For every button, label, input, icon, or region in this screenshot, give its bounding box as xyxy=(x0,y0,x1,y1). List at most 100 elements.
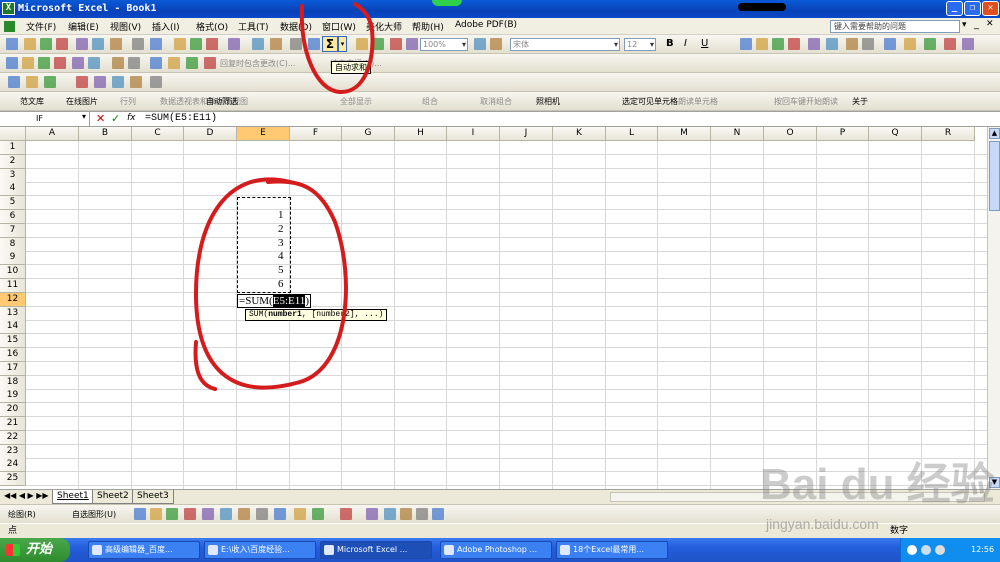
toolbar-icon[interactable] xyxy=(740,38,752,50)
addin-7[interactable]: 取消组合 xyxy=(480,96,512,107)
addin-6[interactable]: 组合 xyxy=(422,96,438,107)
review-icon[interactable] xyxy=(54,57,66,69)
toolbar-icon[interactable] xyxy=(884,38,896,50)
draw-icon[interactable] xyxy=(416,508,428,520)
toolbar-icon[interactable] xyxy=(924,38,936,50)
toolbar-icon[interactable] xyxy=(174,38,186,50)
cancel-icon[interactable]: ✕ xyxy=(96,112,105,125)
menu-item[interactable]: 帮助(H) xyxy=(412,20,444,33)
addin-2[interactable]: 行列 xyxy=(120,96,136,107)
toolbar-icon[interactable] xyxy=(944,38,956,50)
toolbar-icon[interactable] xyxy=(406,38,418,50)
worksheet-grid[interactable]: A B C D E F G H I J K L M N O P Q R 1 2 3 4 5 6 7 8 9 10 11 12 13 14 15 1… xyxy=(0,127,1000,489)
doc-minimize-button[interactable]: _ xyxy=(974,19,979,30)
tray-icon[interactable] xyxy=(907,545,917,555)
font-select[interactable]: 宋体 xyxy=(510,38,620,51)
toolbar-icon[interactable] xyxy=(56,38,68,50)
reply-with-changes[interactable]: 回复时包含更改(C)... xyxy=(220,58,295,69)
addin-9[interactable]: 选定可见单元格 xyxy=(622,96,678,107)
menu-item[interactable]: 插入(I) xyxy=(152,20,180,33)
font-size-select[interactable]: 12 xyxy=(624,38,656,51)
toolbar-icon[interactable] xyxy=(846,38,858,50)
toolbar-icon[interactable] xyxy=(772,38,784,50)
menu-item[interactable]: 视图(V) xyxy=(110,20,141,33)
doc-close-button[interactable]: ✕ xyxy=(986,19,994,29)
maximize-button[interactable]: ❐ xyxy=(964,1,981,16)
draw-icon[interactable] xyxy=(202,508,214,520)
pdf-icon[interactable] xyxy=(94,76,106,88)
review-icon[interactable] xyxy=(112,57,124,69)
zoom-select[interactable]: 100% xyxy=(420,38,468,51)
draw-icon[interactable] xyxy=(366,508,378,520)
toolbar-icon[interactable] xyxy=(190,38,202,50)
draw-icon[interactable] xyxy=(134,508,146,520)
toolbar-icon[interactable] xyxy=(6,38,18,50)
review-icon[interactable] xyxy=(150,57,162,69)
toolbar-icon[interactable] xyxy=(390,38,402,50)
toolbar-icon[interactable] xyxy=(206,38,218,50)
pdf-icon[interactable] xyxy=(130,76,142,88)
help-dropdown-icon[interactable]: ▾ xyxy=(962,20,967,30)
draw-icon[interactable] xyxy=(238,508,250,520)
toolbar-icon[interactable] xyxy=(788,38,800,50)
pdf-icon[interactable] xyxy=(8,76,20,88)
menu-item[interactable]: 工具(T) xyxy=(238,20,269,33)
toolbar-icon[interactable] xyxy=(490,38,502,50)
toolbar-icon[interactable] xyxy=(962,38,974,50)
toolbar-icon[interactable] xyxy=(474,38,486,50)
toolbar-icon[interactable] xyxy=(76,38,88,50)
toolbar-icon[interactable] xyxy=(228,38,240,50)
draw-icon[interactable] xyxy=(312,508,324,520)
task-button[interactable]: Microsoft Excel ... xyxy=(320,541,432,559)
insert-function-icon[interactable]: fx xyxy=(127,113,136,123)
addin-12[interactable]: 关于 xyxy=(852,96,868,107)
addin-8[interactable]: 照相机 xyxy=(536,96,560,107)
task-button[interactable]: E:\收入\百度经验... xyxy=(204,541,316,559)
toolbar-icon[interactable] xyxy=(92,38,104,50)
toolbar-icon[interactable] xyxy=(270,38,282,50)
draw-icon[interactable] xyxy=(256,508,268,520)
enter-icon[interactable]: ✓ xyxy=(111,112,120,125)
task-button[interactable]: Adobe Photoshop ... xyxy=(440,541,552,559)
review-icon[interactable] xyxy=(6,57,18,69)
review-icon[interactable] xyxy=(38,57,50,69)
draw-icon[interactable] xyxy=(384,508,396,520)
review-icon[interactable] xyxy=(22,57,34,69)
toolbar-icon[interactable] xyxy=(756,38,768,50)
pdf-icon[interactable] xyxy=(44,76,56,88)
review-icon[interactable] xyxy=(128,57,140,69)
formula-input[interactable]: =SUM(E5:E11) xyxy=(145,113,217,124)
minimize-button[interactable]: _ xyxy=(946,1,963,16)
horizontal-scrollbar[interactable] xyxy=(610,492,985,502)
addin-11[interactable]: 按回车键开始朗读 xyxy=(774,96,838,107)
autoshape-menu[interactable]: 自选图形(U) xyxy=(72,509,116,520)
draw-icon[interactable] xyxy=(220,508,232,520)
underline-button[interactable]: U xyxy=(701,38,708,49)
toolbar-icon[interactable] xyxy=(150,38,162,50)
draw-icon[interactable] xyxy=(150,508,162,520)
toolbar-icon[interactable] xyxy=(862,38,874,50)
draw-icon[interactable] xyxy=(184,508,196,520)
toolbar-icon[interactable] xyxy=(808,38,820,50)
addin-10[interactable]: 朗读单元格 xyxy=(678,96,718,107)
sheet-tab-2[interactable]: Sheet2 xyxy=(92,490,134,504)
review-icon[interactable] xyxy=(88,57,100,69)
review-icon[interactable] xyxy=(168,57,180,69)
help-search-input[interactable]: 键入需要帮助的问题 xyxy=(830,20,960,33)
addin-0[interactable]: 范文库 xyxy=(20,96,44,107)
review-icon[interactable] xyxy=(186,57,198,69)
draw-icon[interactable] xyxy=(400,508,412,520)
name-box[interactable]: IF xyxy=(0,112,90,126)
tab-scroll-icons[interactable]: ◀◀ ◀ ▶ ▶▶ xyxy=(4,491,49,500)
menu-item[interactable]: Adobe PDF(B) xyxy=(455,20,517,30)
close-button[interactable]: ✕ xyxy=(982,1,999,16)
draw-icon[interactable] xyxy=(294,508,306,520)
review-icon[interactable] xyxy=(72,57,84,69)
pdf-icon[interactable] xyxy=(112,76,124,88)
tray-icon[interactable] xyxy=(921,545,931,555)
pdf-icon[interactable] xyxy=(26,76,38,88)
toolbar-icon[interactable] xyxy=(826,38,838,50)
toolbar-icon[interactable] xyxy=(132,38,144,50)
draw-menu[interactable]: 绘图(R) xyxy=(8,509,36,520)
draw-icon[interactable] xyxy=(166,508,178,520)
